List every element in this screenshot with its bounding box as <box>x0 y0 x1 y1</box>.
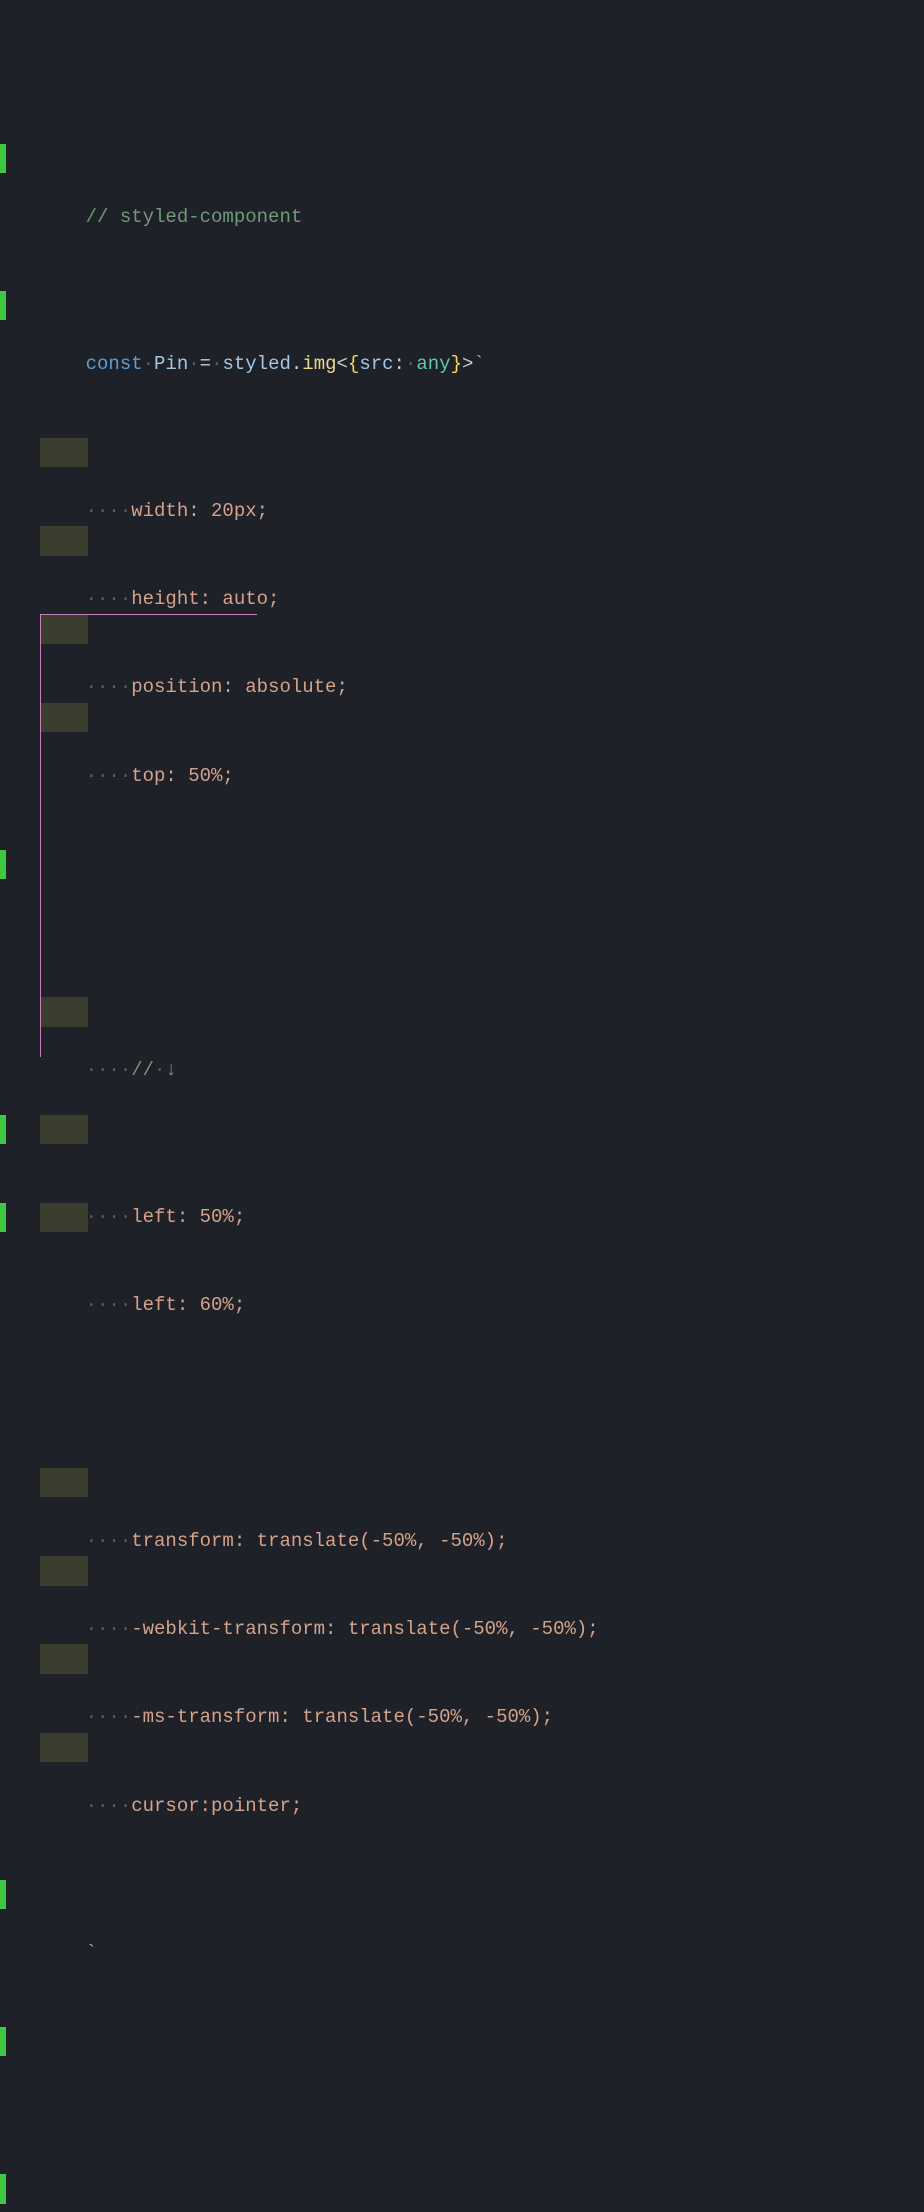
css-rule: cursor:pointer; <box>131 1795 302 1817</box>
brace-open: { <box>348 353 359 375</box>
css-rule: left: 60%; <box>131 1294 245 1316</box>
code-line <box>0 1350 924 1379</box>
bracket-guide-vertical <box>40 614 41 1057</box>
code-line: const·Pin·=·styled.img<{src:·any}>` <box>0 291 924 320</box>
code-line <box>0 2027 924 2056</box>
css-rule: transform: translate(-50%, -50%); <box>131 1530 507 1552</box>
diff-marker <box>0 2174 6 2203</box>
brace-close: } <box>451 353 462 375</box>
css-rule: -webkit-transform: translate(-50%, -50%)… <box>131 1618 598 1640</box>
code-line: ····width: 20px; <box>0 438 924 467</box>
css-rule: -ms-transform: translate(-50%, -50%); <box>131 1706 553 1728</box>
comment: //·↓ <box>131 1059 177 1081</box>
diff-marker <box>0 1880 6 1909</box>
code-line: ` <box>0 1880 924 1909</box>
down-arrow-icon: ↓ <box>165 1059 176 1081</box>
code-line: ····top: 50%; <box>0 703 924 732</box>
code-line: // styled-component <box>0 144 924 173</box>
indent-dots: ···· <box>86 500 132 522</box>
code-line: ····height: auto; <box>0 526 924 555</box>
css-rule: width: 20px; <box>131 500 268 522</box>
code-line: ····-webkit-transform: translate(-50%, -… <box>0 1556 924 1585</box>
whitespace-dot: · <box>143 353 154 375</box>
bracket-guide-top <box>41 614 257 615</box>
code-line: ····position: absolute; <box>0 615 924 644</box>
diff-marker <box>0 850 6 879</box>
code-line: ····//·↓ <box>0 997 924 1026</box>
operator-equals: = <box>200 353 211 375</box>
keyword-const: const <box>86 353 143 375</box>
css-rule: position: absolute; <box>131 676 348 698</box>
comment: // styled-component <box>86 206 303 228</box>
code-line: ····transform: translate(-50%, -50%); <box>0 1468 924 1497</box>
type-any: any <box>416 353 450 375</box>
code-line: ····left: 50%; <box>0 1115 924 1144</box>
diff-marker <box>0 144 6 173</box>
diff-marker <box>0 291 6 320</box>
code-line: // emotion <box>0 2174 924 2203</box>
template-backtick: ` <box>473 353 484 375</box>
diff-marker <box>0 1203 6 1232</box>
code-line <box>0 850 924 879</box>
code-line: ····-ms-transform: translate(-50%, -50%)… <box>0 1644 924 1673</box>
template-backtick: ` <box>86 1942 97 1964</box>
diff-marker <box>0 2027 6 2056</box>
css-rule: top: 50%; <box>131 765 234 787</box>
diff-marker <box>0 1115 6 1144</box>
member: img <box>302 353 336 375</box>
identifier: Pin <box>154 353 188 375</box>
code-line: ····cursor:pointer; <box>0 1733 924 1762</box>
css-rule: height: auto; <box>131 588 279 610</box>
css-rule: left: 50%; <box>131 1206 245 1228</box>
code-editor[interactable]: // styled-component const·Pin·=·styled.i… <box>0 0 924 2212</box>
identifier: styled <box>222 353 290 375</box>
